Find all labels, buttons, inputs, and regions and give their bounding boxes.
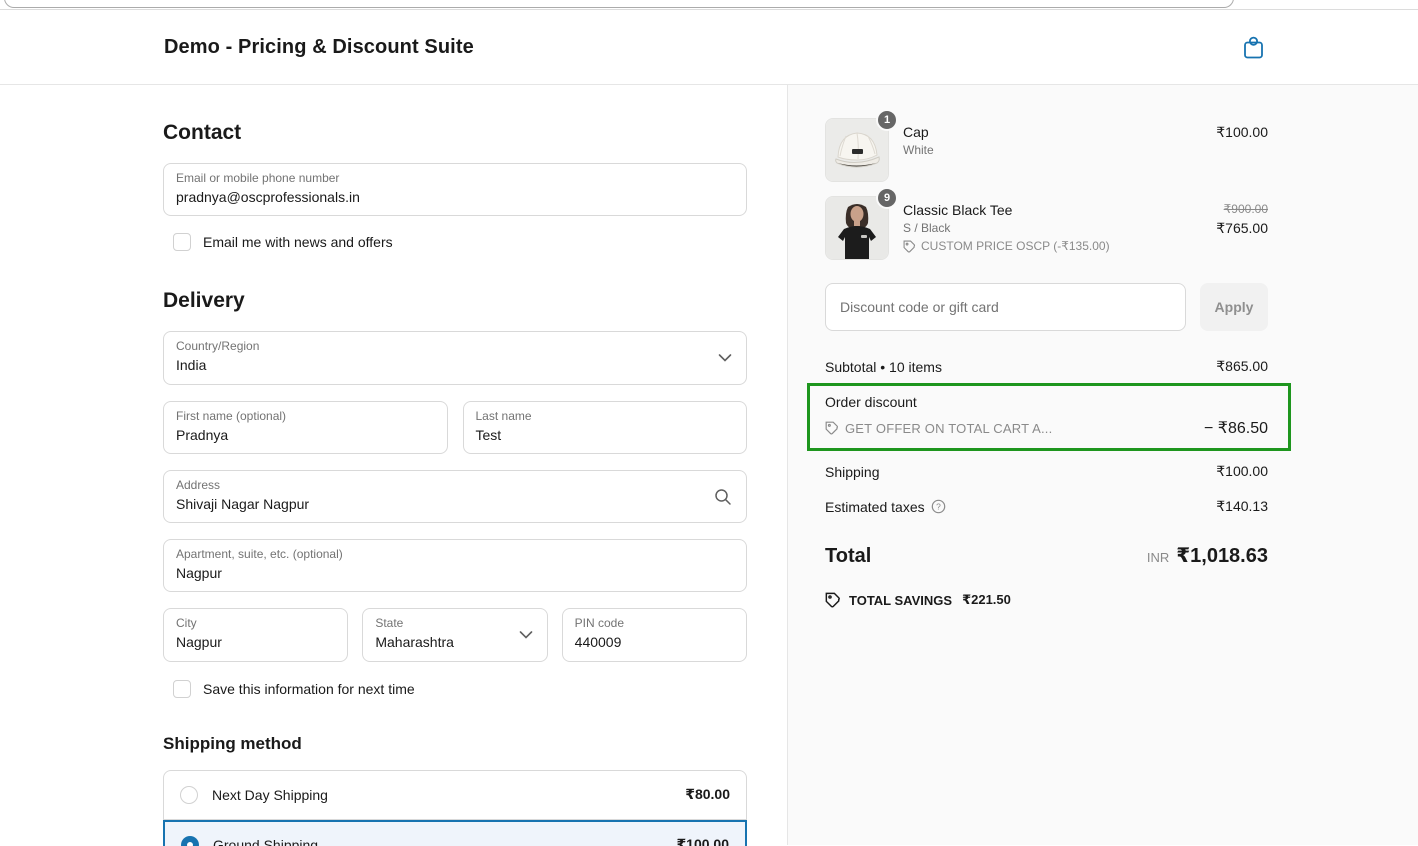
news-offers-label: Email me with news and offers [203, 234, 393, 250]
item-variant: White [903, 143, 1202, 157]
save-info-row: Save this information for next time [173, 680, 747, 698]
shipping-label: Shipping [825, 464, 880, 480]
first-name-value: Pradnya [176, 425, 435, 445]
item-price: ₹765.00 [1216, 220, 1268, 237]
apartment-value: Nagpur [176, 563, 734, 583]
country-select[interactable]: Country/Region India [163, 331, 747, 384]
shipping-row: Shipping ₹100.00 [825, 463, 1268, 480]
country-label: Country/Region [176, 339, 734, 354]
total-amount: ₹1,018.63 [1176, 543, 1268, 568]
order-discount-code: GET OFFER ON TOTAL CART A... [845, 421, 1052, 436]
currency-code: INR [1147, 550, 1169, 565]
item-name: Classic Black Tee [903, 202, 1202, 218]
pin-code-value: 440009 [575, 632, 734, 652]
total-label: Total [825, 545, 871, 568]
shipping-option-next-day[interactable]: Next Day Shipping ₹80.00 [163, 770, 747, 820]
shipping-option-label: Ground Shipping [213, 837, 662, 846]
total-savings-row: TOTAL SAVINGS ₹221.50 [825, 592, 1268, 608]
city-label: City [176, 616, 335, 631]
tag-icon [825, 421, 839, 435]
taxes-value: ₹140.13 [1216, 498, 1268, 515]
quantity-badge: 1 [876, 109, 898, 131]
browser-chrome-strip [0, 0, 1418, 10]
tag-icon [903, 240, 916, 253]
last-name-field[interactable]: Last name Test [463, 401, 748, 454]
pin-code-field[interactable]: PIN code 440009 [562, 608, 747, 661]
total-row: Total INR ₹1,018.63 [825, 543, 1268, 568]
apartment-label: Apartment, suite, etc. (optional) [176, 547, 734, 562]
item-variant: S / Black [903, 221, 1202, 235]
search-icon [714, 488, 732, 506]
total-savings-label: TOTAL SAVINGS [849, 593, 952, 608]
address-field[interactable]: Address Shivaji Nagar Nagpur [163, 470, 747, 523]
radio-unselected-icon[interactable] [180, 786, 198, 804]
item-original-price: ₹900.00 [1216, 202, 1268, 216]
apply-discount-button[interactable]: Apply [1200, 283, 1268, 331]
email-field[interactable]: Email or mobile phone number pradnya@osc… [163, 163, 747, 216]
chevron-down-icon [519, 631, 533, 640]
radio-selected-icon[interactable] [181, 836, 199, 846]
subtotal-row: Subtotal • 10 items ₹865.00 [825, 358, 1268, 375]
order-discount-amount: − ₹86.50 [1204, 418, 1268, 438]
checkout-header: Demo - Pricing & Discount Suite [0, 10, 1418, 85]
city-value: Nagpur [176, 632, 335, 652]
order-summary-panel: 1 Cap White ₹100.00 [787, 85, 1418, 845]
order-discount-highlight-box: Order discount GET OFFER ON TOTAL CART A… [807, 383, 1291, 451]
first-name-label: First name (optional) [176, 409, 435, 424]
quantity-badge: 9 [876, 187, 898, 209]
email-field-label: Email or mobile phone number [176, 171, 734, 186]
shipping-value: ₹100.00 [1216, 463, 1268, 480]
store-title: Demo - Pricing & Discount Suite [164, 36, 474, 59]
order-discount-label: Order discount [825, 394, 1268, 410]
item-discount-label: CUSTOM PRICE OSCP (-₹135.00) [921, 239, 1110, 253]
city-field[interactable]: City Nagpur [163, 608, 348, 661]
total-savings-amount: ₹221.50 [962, 592, 1011, 608]
email-field-value: pradnya@oscprofessionals.in [176, 187, 734, 207]
state-label: State [375, 616, 534, 631]
browser-omnibox-remnant [4, 0, 1234, 8]
chevron-down-icon [718, 353, 732, 362]
cart-item-cap: 1 Cap White ₹100.00 [825, 118, 1268, 182]
svg-text:?: ? [936, 501, 941, 511]
shipping-option-price: ₹80.00 [685, 786, 730, 803]
shipping-options: Next Day Shipping ₹80.00 Ground Shipping… [163, 770, 747, 846]
country-value: India [176, 355, 734, 375]
shipping-method-heading: Shipping method [163, 734, 747, 754]
discount-code-row: Apply [825, 283, 1268, 331]
item-price: ₹100.00 [1216, 124, 1268, 141]
save-info-checkbox[interactable] [173, 680, 191, 698]
checkout-form-panel: Contact Email or mobile phone number pra… [0, 85, 787, 845]
subtotal-label: Subtotal • 10 items [825, 359, 942, 375]
news-offers-row: Email me with news and offers [173, 233, 747, 251]
taxes-label: Estimated taxes [825, 499, 925, 515]
news-offers-checkbox[interactable] [173, 233, 191, 251]
apartment-field[interactable]: Apartment, suite, etc. (optional) Nagpur [163, 539, 747, 592]
contact-heading: Contact [163, 121, 747, 145]
delivery-heading: Delivery [163, 289, 747, 313]
state-value: Maharashtra [375, 632, 534, 652]
tag-icon [825, 592, 841, 608]
cart-item-tee: 9 Classic Black Tee S / Black CUSTOM PRI… [825, 196, 1268, 260]
last-name-label: Last name [476, 409, 735, 424]
bag-icon [1243, 36, 1264, 59]
shipping-option-price: ₹100.00 [676, 836, 729, 846]
last-name-value: Test [476, 425, 735, 445]
state-select[interactable]: State Maharashtra [362, 608, 547, 661]
address-label: Address [176, 478, 734, 493]
item-name: Cap [903, 124, 1202, 140]
question-circle-icon[interactable]: ? [931, 499, 946, 514]
taxes-row: Estimated taxes ? ₹140.13 [825, 498, 1268, 515]
discount-code-input[interactable] [825, 283, 1186, 331]
address-value: Shivaji Nagar Nagpur [176, 494, 734, 514]
pin-code-label: PIN code [575, 616, 734, 631]
shipping-option-label: Next Day Shipping [212, 787, 671, 803]
first-name-field[interactable]: First name (optional) Pradnya [163, 401, 448, 454]
subtotal-value: ₹865.00 [1216, 358, 1268, 375]
cart-bag-button[interactable] [1239, 32, 1268, 63]
shipping-option-ground[interactable]: Ground Shipping ₹100.00 [163, 820, 747, 846]
save-info-label: Save this information for next time [203, 681, 415, 697]
